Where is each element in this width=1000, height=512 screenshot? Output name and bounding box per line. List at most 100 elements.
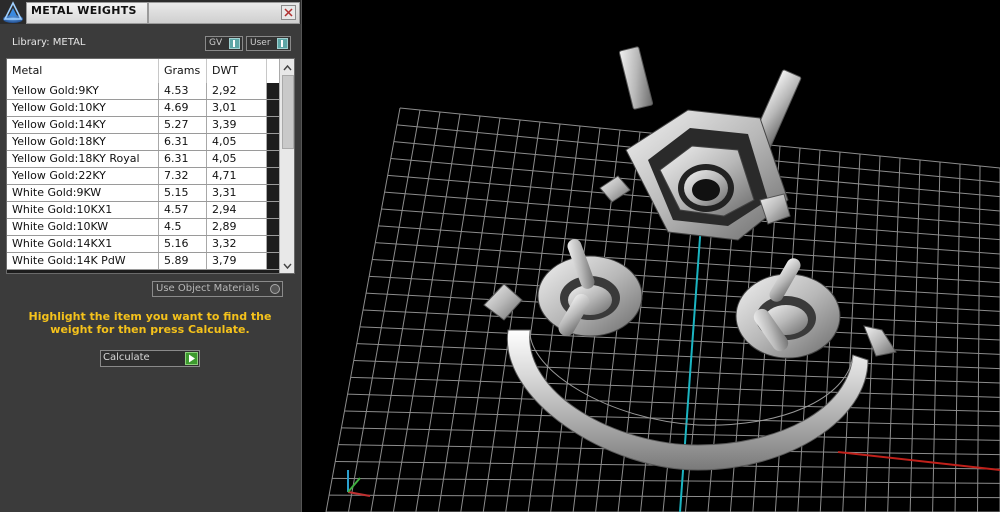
grid-line xyxy=(347,393,1000,413)
close-button[interactable] xyxy=(281,5,296,20)
panel-titlebar: METAL WEIGHTS xyxy=(0,0,301,24)
grams-cell: 5.15 xyxy=(159,185,207,201)
calculate-label: Calculate xyxy=(103,352,150,363)
row-spacer xyxy=(267,134,279,150)
use-object-materials-label: Use Object Materials xyxy=(156,283,260,294)
chevron-up-icon xyxy=(283,64,292,71)
grid-line xyxy=(362,309,1000,341)
table-row[interactable]: White Gold:14K PdW 5.89 3,79 xyxy=(7,253,279,270)
metal-weights-panel: METAL WEIGHTS Library: METAL GV User Met… xyxy=(0,0,302,512)
instruction-text: Highlight the item you want to find the … xyxy=(28,310,272,336)
row-spacer xyxy=(267,83,279,99)
table-row[interactable]: White Gold:9KW 5.15 3,31 xyxy=(7,185,279,202)
grams-cell: 5.16 xyxy=(159,236,207,252)
panel-title-tab[interactable]: METAL WEIGHTS xyxy=(26,2,148,24)
app-logo-icon xyxy=(1,1,25,25)
grams-cell: 4.57 xyxy=(159,202,207,218)
metal-cell: White Gold:9KW xyxy=(7,185,159,201)
metal-cell: Yellow Gold:18KY xyxy=(7,134,159,150)
row-spacer xyxy=(267,151,279,167)
grams-cell: 4.69 xyxy=(159,100,207,116)
metal-cell: Yellow Gold:18KY Royal xyxy=(7,151,159,167)
dwt-cell: 2,89 xyxy=(207,219,267,235)
play-arrow-icon xyxy=(185,352,198,365)
dwt-cell: 2,92 xyxy=(207,83,267,99)
gv-toggle-label: GV xyxy=(209,38,223,48)
grid-line xyxy=(366,292,1000,327)
table-row[interactable]: Yellow Gold:22KY 7.32 4,71 xyxy=(7,168,279,185)
metal-cell: White Gold:10KW xyxy=(7,219,159,235)
row-spacer xyxy=(267,100,279,116)
grams-cell: 4.5 xyxy=(159,219,207,235)
metal-cell: White Gold:14KX1 xyxy=(7,236,159,252)
metal-cell: White Gold:14K PdW xyxy=(7,253,159,269)
table-row[interactable]: Yellow Gold:9KY 4.53 2,92 xyxy=(7,83,279,100)
panel-title: METAL WEIGHTS xyxy=(31,4,137,17)
column-header-metal[interactable]: Metal xyxy=(7,59,159,83)
grams-cell: 4.53 xyxy=(159,83,207,99)
table-row[interactable]: Yellow Gold:18KY Royal 6.31 4,05 xyxy=(7,151,279,168)
viewport-canvas[interactable] xyxy=(308,0,1000,512)
grid-line xyxy=(356,343,1000,370)
table-row[interactable]: White Gold:14KX1 5.16 3,32 xyxy=(7,236,279,253)
table-body: Yellow Gold:9KY 4.53 2,92 Yellow Gold:10KY… xyxy=(7,83,279,270)
column-header-dwt[interactable]: DWT xyxy=(207,59,267,83)
dwt-cell: 3,32 xyxy=(207,236,267,252)
grid-line xyxy=(344,410,1000,427)
dwt-cell: 2,94 xyxy=(207,202,267,218)
dwt-cell: 3,39 xyxy=(207,117,267,133)
metal-cell: White Gold:10KX1 xyxy=(7,202,159,218)
grid-line xyxy=(375,242,1000,284)
grams-cell: 6.31 xyxy=(159,134,207,150)
dwt-cell: 4,71 xyxy=(207,168,267,184)
metal-cell: Yellow Gold:9KY xyxy=(7,83,159,99)
row-spacer xyxy=(267,236,279,252)
row-spacer xyxy=(267,117,279,133)
dwt-cell: 4,05 xyxy=(207,151,267,167)
table-row[interactable]: White Gold:10KX1 4.57 2,94 xyxy=(7,202,279,219)
row-spacer xyxy=(267,253,279,269)
metal-cell: Yellow Gold:10KY xyxy=(7,100,159,116)
grams-cell: 5.27 xyxy=(159,117,207,133)
grid-line xyxy=(372,259,1000,298)
user-toggle[interactable]: User xyxy=(246,36,291,51)
radio-icon[interactable] xyxy=(270,284,280,294)
grams-cell: 5.89 xyxy=(159,253,207,269)
scroll-thumb[interactable] xyxy=(282,75,294,149)
row-spacer xyxy=(267,219,279,235)
close-icon xyxy=(284,8,293,17)
metal-table: Metal Grams DWT Yellow Gold:9KY 4.53 2,92 … xyxy=(6,58,295,274)
table-row[interactable]: Yellow Gold:14KY 5.27 3,39 xyxy=(7,117,279,134)
use-object-materials-option[interactable]: Use Object Materials xyxy=(152,281,283,297)
gv-toggle[interactable]: GV xyxy=(205,36,243,51)
grid-line xyxy=(359,326,1000,355)
grid-line xyxy=(369,275,1000,312)
user-toggle-label: User xyxy=(250,38,271,48)
calculate-button[interactable]: Calculate xyxy=(100,350,200,367)
scroll-up-button[interactable] xyxy=(280,60,294,74)
table-scrollbar[interactable] xyxy=(279,59,294,273)
scroll-down-button[interactable] xyxy=(280,258,294,272)
chevron-down-icon xyxy=(283,263,292,270)
metal-cell: Yellow Gold:14KY xyxy=(7,117,159,133)
table-row[interactable]: White Gold:10KW 4.5 2,89 xyxy=(7,219,279,236)
dwt-cell: 3,01 xyxy=(207,100,267,116)
grams-cell: 7.32 xyxy=(159,168,207,184)
row-spacer xyxy=(267,168,279,184)
grid-line xyxy=(350,376,1000,398)
dwt-cell: 4,05 xyxy=(207,134,267,150)
metal-cell: Yellow Gold:22KY xyxy=(7,168,159,184)
3d-viewport[interactable] xyxy=(308,0,1000,512)
grid-line xyxy=(353,360,1000,384)
user-switch-icon xyxy=(277,38,288,49)
row-spacer xyxy=(267,202,279,218)
dwt-cell: 3,79 xyxy=(207,253,267,269)
table-row[interactable]: Yellow Gold:18KY 6.31 4,05 xyxy=(7,134,279,151)
library-label: Library: METAL xyxy=(12,37,86,48)
gv-switch-icon xyxy=(229,38,240,49)
axis-gizmo-icon xyxy=(347,470,371,497)
title-strip xyxy=(148,2,300,24)
table-row[interactable]: Yellow Gold:10KY 4.69 3,01 xyxy=(7,100,279,117)
column-header-grams[interactable]: Grams xyxy=(159,59,207,83)
grams-cell: 6.31 xyxy=(159,151,207,167)
